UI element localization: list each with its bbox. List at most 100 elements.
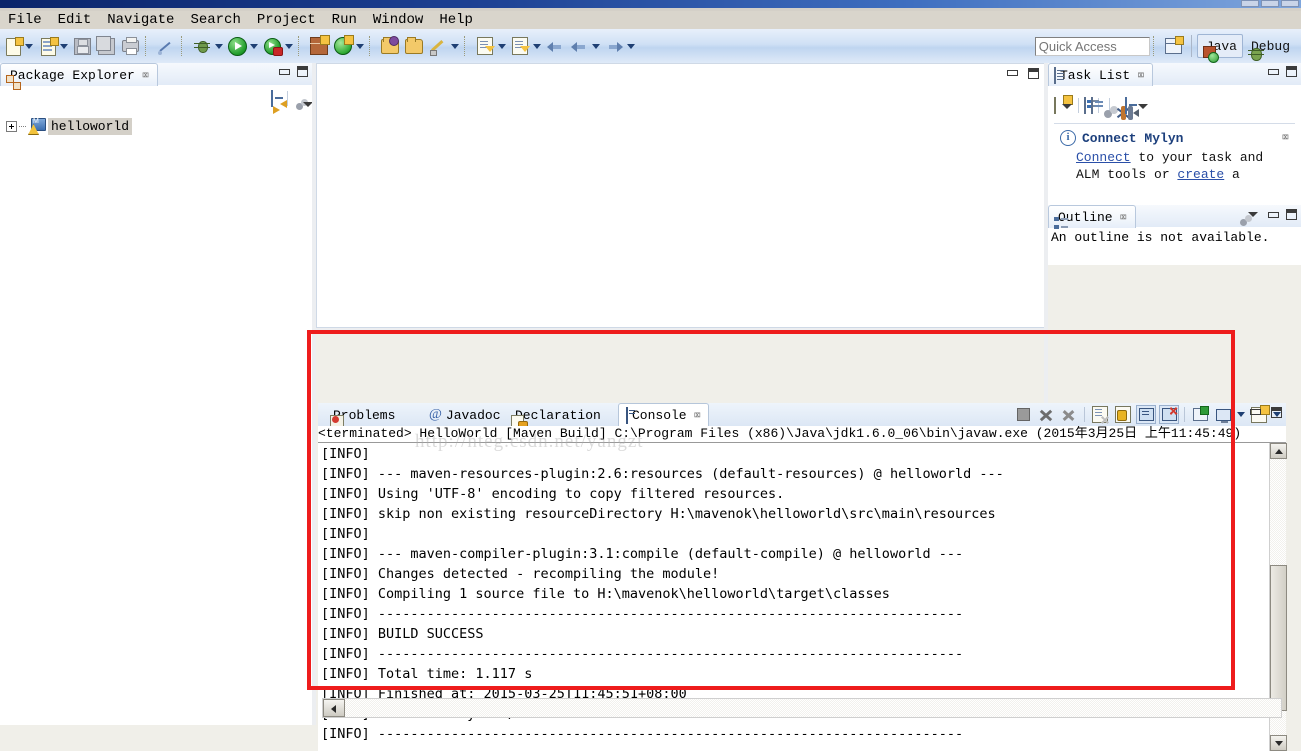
open-type-button[interactable] bbox=[378, 33, 402, 59]
save-all-button[interactable] bbox=[94, 33, 118, 59]
run-coverage-button[interactable] bbox=[260, 33, 295, 59]
save-button[interactable] bbox=[70, 33, 94, 59]
back-nav-button[interactable] bbox=[543, 33, 567, 59]
toggle-mark-occurrences-button[interactable] bbox=[154, 33, 178, 59]
debug-button[interactable] bbox=[190, 33, 225, 59]
brush-button[interactable] bbox=[426, 33, 461, 59]
pin-console-button[interactable] bbox=[1190, 405, 1210, 424]
menu-item-search[interactable]: Search bbox=[182, 11, 248, 29]
new-wizard-dropdown-icon[interactable] bbox=[23, 35, 34, 57]
restore-icon[interactable] bbox=[1271, 407, 1282, 418]
new-task-icon[interactable] bbox=[1054, 97, 1056, 114]
window-control-buttons[interactable] bbox=[1241, 0, 1299, 7]
menu-item-help[interactable]: Help bbox=[431, 11, 481, 29]
show-console-on-output-button[interactable] bbox=[1136, 405, 1156, 424]
remove-all-terminated-button[interactable] bbox=[1059, 405, 1079, 424]
menu-item-run[interactable]: Run bbox=[324, 11, 365, 29]
back-history-button[interactable] bbox=[567, 33, 602, 59]
console-tabbar: Problems @ Javadoc Declaration Console ⌧ bbox=[318, 403, 1286, 428]
collapse-all-icon[interactable] bbox=[1125, 97, 1127, 114]
next-annotation-dropdown-icon[interactable] bbox=[496, 35, 507, 57]
open-task-button[interactable] bbox=[402, 33, 426, 59]
restore-icon[interactable] bbox=[1286, 66, 1297, 77]
tab-outline[interactable]: Outline ⌧ bbox=[1048, 205, 1136, 228]
horizontal-scrollbar[interactable] bbox=[322, 698, 1282, 718]
remove-launch-icon bbox=[1039, 408, 1053, 422]
close-icon[interactable]: ⌧ bbox=[142, 68, 149, 83]
menu-item-navigate[interactable]: Navigate bbox=[99, 11, 182, 29]
minimize-icon[interactable] bbox=[1006, 68, 1018, 77]
perspective-debug-button[interactable]: Debug bbox=[1243, 35, 1295, 57]
close-icon[interactable]: ⌧ bbox=[1120, 210, 1127, 225]
view-menu-icon[interactable] bbox=[1137, 100, 1149, 112]
run-dropdown-icon[interactable] bbox=[248, 35, 259, 57]
new-package-button[interactable] bbox=[307, 33, 331, 59]
display-console-dropdown-icon[interactable] bbox=[1236, 406, 1246, 424]
menu-item-project[interactable]: Project bbox=[249, 11, 324, 29]
tab-console[interactable]: Console ⌧ bbox=[618, 403, 709, 428]
menu-item-window[interactable]: Window bbox=[365, 11, 431, 29]
show-console-on-error-button[interactable] bbox=[1159, 405, 1179, 424]
close-icon[interactable]: ⌧ bbox=[1282, 130, 1289, 145]
minimize-icon[interactable] bbox=[1249, 407, 1261, 416]
remove-launch-button[interactable] bbox=[1036, 405, 1056, 424]
window-minimize-button[interactable] bbox=[1241, 0, 1259, 7]
forward-dropdown-icon[interactable] bbox=[625, 35, 636, 57]
restore-icon[interactable] bbox=[1286, 208, 1297, 220]
debug-dropdown-icon[interactable] bbox=[213, 35, 224, 57]
horizontal-sash[interactable] bbox=[316, 328, 1046, 332]
next-annotation-button[interactable] bbox=[473, 33, 508, 59]
tab-package-explorer[interactable]: Package Explorer ⌧ bbox=[0, 63, 159, 86]
run-button[interactable] bbox=[225, 33, 260, 59]
new-task-dropdown-icon[interactable] bbox=[1061, 100, 1073, 112]
back-dropdown-icon[interactable] bbox=[590, 35, 601, 57]
outline-message: An outline is not available. bbox=[1051, 230, 1270, 245]
create-link[interactable]: create bbox=[1177, 167, 1224, 182]
previous-annotation-button[interactable] bbox=[508, 33, 543, 59]
tab-declaration[interactable]: Declaration bbox=[504, 404, 608, 426]
previous-annotation-dropdown-icon[interactable] bbox=[531, 35, 542, 57]
brush-dropdown-icon[interactable] bbox=[449, 35, 460, 57]
scroll-left-button[interactable] bbox=[323, 699, 345, 717]
open-perspective-button[interactable] bbox=[1162, 33, 1186, 59]
tab-javadoc[interactable]: @ Javadoc bbox=[422, 404, 508, 426]
close-icon[interactable]: ⌧ bbox=[694, 408, 701, 423]
clear-console-button[interactable] bbox=[1090, 405, 1110, 424]
run-coverage-dropdown-icon[interactable] bbox=[283, 35, 294, 57]
connect-link[interactable]: Connect bbox=[1076, 150, 1131, 165]
terminate-button[interactable] bbox=[1013, 405, 1033, 424]
menu-item-file[interactable]: File bbox=[0, 11, 50, 29]
minimize-icon[interactable] bbox=[278, 67, 290, 76]
new-java-file-button[interactable] bbox=[35, 33, 70, 59]
scroll-down-button[interactable] bbox=[1270, 735, 1287, 751]
collapse-all-icon[interactable] bbox=[271, 89, 273, 107]
forward-nav-button[interactable] bbox=[602, 33, 637, 59]
tree-item-helloworld[interactable]: M helloworld bbox=[6, 117, 312, 136]
print-button[interactable] bbox=[118, 33, 142, 59]
close-icon[interactable]: ⌧ bbox=[1137, 68, 1144, 83]
minimize-icon[interactable] bbox=[1267, 67, 1279, 76]
tab-problems[interactable]: Problems bbox=[322, 404, 402, 426]
scroll-up-button[interactable] bbox=[1270, 443, 1287, 459]
display-selected-console-button[interactable] bbox=[1213, 405, 1233, 424]
minimize-icon[interactable] bbox=[1267, 210, 1279, 219]
new-annotation-button[interactable] bbox=[331, 33, 366, 59]
new-annotation-dropdown-icon[interactable] bbox=[354, 35, 365, 57]
window-close-button[interactable] bbox=[1281, 0, 1299, 7]
menu-item-edit[interactable]: Edit bbox=[50, 11, 100, 29]
scroll-lock-button[interactable] bbox=[1113, 405, 1133, 424]
perspective-java-button[interactable]: Java bbox=[1196, 34, 1243, 58]
quick-access-input[interactable] bbox=[1034, 36, 1150, 56]
editor-area[interactable] bbox=[316, 63, 1046, 328]
vertical-scroll-thumb[interactable] bbox=[1270, 565, 1287, 711]
expand-icon[interactable] bbox=[6, 121, 17, 132]
categorized-presentation-icon[interactable] bbox=[1084, 97, 1086, 114]
restore-icon[interactable] bbox=[1028, 68, 1039, 79]
new-wizard-button[interactable] bbox=[0, 33, 35, 59]
new-java-file-dropdown-icon[interactable] bbox=[58, 35, 69, 57]
scheduled-presentation-icon[interactable] bbox=[1091, 97, 1093, 114]
restore-icon[interactable] bbox=[297, 66, 308, 77]
window-restore-button[interactable] bbox=[1261, 0, 1279, 7]
tab-task-list[interactable]: Task List ⌧ bbox=[1048, 63, 1154, 86]
view-menu-icon[interactable] bbox=[1247, 208, 1259, 220]
